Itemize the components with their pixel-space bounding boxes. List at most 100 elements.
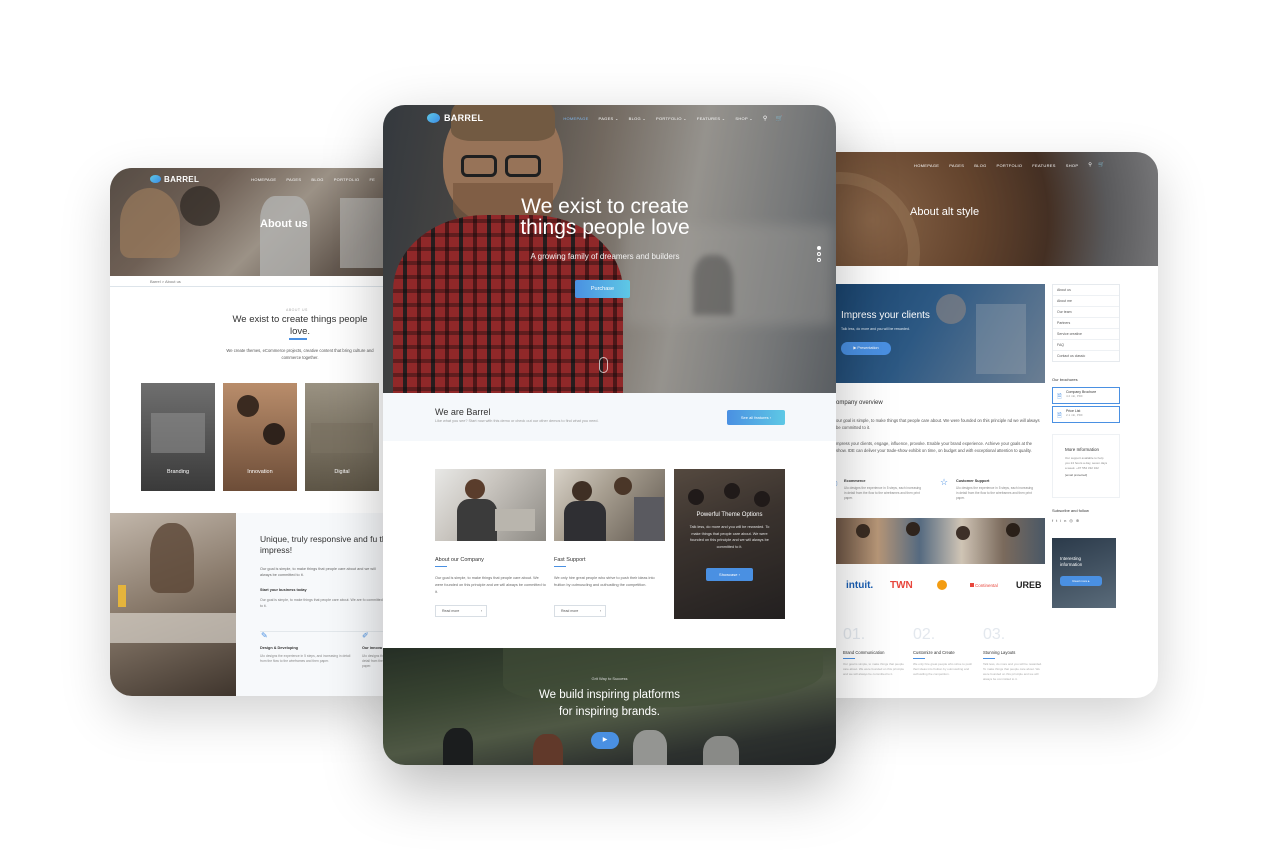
bottom-title-line-1: We build inspiring platforms	[538, 689, 681, 701]
purchase-button[interactable]: Purchase	[575, 280, 630, 298]
cart-icon[interactable]: 🛒	[776, 115, 784, 122]
presentation-button[interactable]: ▶ Presentation	[841, 342, 891, 355]
social-icons: ftin◎⊕	[1052, 518, 1082, 523]
sidebar-item-partners[interactable]: Partners	[1053, 318, 1119, 329]
sidebar-item-service[interactable]: Service creative	[1053, 329, 1119, 340]
feature-1-title: Ecommerce	[844, 479, 866, 483]
button-label: Showcase	[719, 572, 738, 577]
nav-homepage[interactable]: HOMEPAGE	[251, 177, 276, 182]
hero-image	[383, 105, 836, 393]
step-text: Our goal is simple, to make things that …	[843, 662, 904, 676]
brochure-company[interactable]: 🗎 Company Brochure 4.2 mb, PDF	[1052, 387, 1120, 404]
logo-orange-mark	[937, 580, 947, 590]
search-icon[interactable]: ⚲	[763, 115, 768, 122]
chevron-right-icon: ›	[738, 572, 740, 577]
more-info-email[interactable]: [email protected]	[1065, 473, 1109, 477]
about-company-image	[435, 469, 546, 541]
brochure-meta: 4.2 mb, PDF	[1066, 394, 1083, 398]
nav-pages[interactable]: PAGES ⌄	[599, 116, 619, 121]
intro-title: We are Barrel	[435, 407, 491, 417]
logo-intuit: intuit.	[846, 580, 874, 591]
breadcrumb: Barrel > About us	[150, 279, 181, 284]
banner-title: Impress your clients	[841, 310, 930, 321]
bottom-title-line-2: for inspiring brands.	[559, 706, 660, 718]
tile-digital[interactable]: Digital	[305, 383, 379, 491]
sidebar-item-faq[interactable]: FAQ	[1053, 340, 1119, 351]
nav-homepage[interactable]: HOMEPAGE	[563, 116, 588, 121]
overview-text-1: our goal is simple, to make things that …	[836, 418, 1040, 430]
brand-name: BARREL	[444, 113, 484, 123]
nav-portfolio[interactable]: PORTFOLIO	[334, 177, 360, 182]
tile-label: Innovation	[247, 469, 273, 475]
nav-homepage[interactable]: HOMEPAGE	[914, 163, 939, 168]
sidebar-item-contact[interactable]: Contact us classic	[1053, 351, 1119, 361]
star-icon: ☆	[940, 477, 949, 487]
card-2-read-more[interactable]: Read more ›	[554, 605, 606, 617]
nav-blog[interactable]: BLOG ⌄	[629, 116, 646, 121]
continental-square-icon	[970, 583, 974, 587]
interesting-read-more[interactable]: Read more ▸	[1060, 576, 1102, 586]
nav-blog[interactable]: BLOG	[311, 177, 323, 182]
slider-dot[interactable]	[817, 252, 821, 256]
feature-1-text: Ulo designs the experience in 5 steps, e…	[844, 486, 922, 500]
pdf-icon: 🗎	[1057, 394, 1062, 400]
card-1-title: About our Company	[435, 557, 484, 563]
right-nav: HOMEPAGE PAGES BLOG PORTFOLIO FEATURES S…	[800, 152, 1158, 178]
step-title: Stunning Layouts	[983, 650, 1016, 655]
nav-portfolio[interactable]: PORTFOLIO ⌄	[656, 116, 687, 121]
search-icon[interactable]: ⚲	[1088, 162, 1092, 168]
hero-title: About us	[260, 218, 308, 230]
cart-icon[interactable]: 🛒	[1098, 162, 1105, 168]
brochure-meta: 2.1 mb, PDF	[1066, 413, 1083, 417]
brochure-price-list[interactable]: 🗎 Price List 2.1 mb, PDF	[1052, 406, 1120, 423]
nav-features[interactable]: FE	[369, 177, 375, 182]
nav-shop[interactable]: SHOP ⌄	[735, 116, 753, 121]
sidebar-nav: About us About me Our team Partners Serv…	[1052, 284, 1120, 362]
nav-pages[interactable]: PAGES	[286, 177, 301, 182]
step-underline	[983, 658, 995, 659]
section-lead: We create themes, eCommerce projects, cr…	[226, 348, 374, 360]
see-all-features-button[interactable]: See all features ›	[727, 410, 785, 425]
nav-label: FEATURES	[696, 115, 721, 121]
office-photo	[110, 513, 236, 696]
interesting-title: Interesting information	[1060, 556, 1083, 567]
slider-dot[interactable]	[817, 258, 821, 262]
linkedin-icon[interactable]: in	[1060, 518, 1069, 523]
tile-branding[interactable]: Branding	[141, 383, 215, 491]
sidebar-item-our-team[interactable]: Our team	[1053, 307, 1119, 318]
play-video-button[interactable]: ▶	[591, 732, 619, 749]
nav-label: BLOG	[628, 115, 641, 121]
bottom-kicker: Grit Way to Success	[591, 676, 628, 681]
nav-shop[interactable]: SHOP	[1066, 163, 1079, 168]
showcase-button[interactable]: Showcase ›	[706, 568, 753, 581]
logo-text: Continental	[975, 583, 998, 588]
section-kicker: ABOUT US	[286, 308, 308, 312]
nav-features[interactable]: FEATURES	[1032, 163, 1055, 168]
pinterest-icon[interactable]: ⊕	[1076, 518, 1082, 523]
breadcrumb-home[interactable]: Barrel	[150, 279, 161, 284]
fast-support-image	[554, 469, 665, 541]
sidebar-item-about-me[interactable]: About me	[1053, 296, 1119, 307]
tag-icon: ✐	[362, 631, 369, 640]
nav-features[interactable]: FEATURES ⌄	[697, 116, 726, 121]
left-logo[interactable]: BARREL	[150, 175, 199, 184]
right-page-preview: HOMEPAGE PAGES BLOG PORTFOLIO FEATURES S…	[800, 152, 1158, 698]
step-title: Brand Communication	[843, 650, 885, 655]
card-1-read-more[interactable]: Read more ›	[435, 605, 487, 617]
center-logo[interactable]: BARREL	[427, 113, 483, 123]
button-label: Read more	[561, 609, 579, 613]
logo-mark-icon	[427, 113, 440, 123]
nav-pages[interactable]: PAGES	[949, 163, 964, 168]
nav-blog[interactable]: BLOG	[974, 163, 986, 168]
scroll-mouse-icon[interactable]	[599, 357, 608, 373]
center-page-preview: BARREL HOMEPAGE PAGES ⌄ BLOG ⌄ PORTFOLIO…	[383, 105, 836, 765]
service-1-text: Ulo designs the experience in 5 steps, a…	[260, 654, 351, 663]
sidebar-item-about-us[interactable]: About us	[1053, 285, 1119, 296]
tile-innovation[interactable]: Innovation	[223, 383, 297, 491]
slider-dot-active[interactable]	[817, 246, 821, 250]
chevron-right-icon: ›	[769, 415, 772, 420]
nav-portfolio[interactable]: PORTFOLIO	[997, 163, 1023, 168]
feature-2-title: Customer Support	[956, 479, 990, 483]
card-1-underline	[435, 566, 447, 567]
left-page-preview: BARREL HOMEPAGE PAGES BLOG PORTFOLIO FE …	[110, 168, 410, 696]
